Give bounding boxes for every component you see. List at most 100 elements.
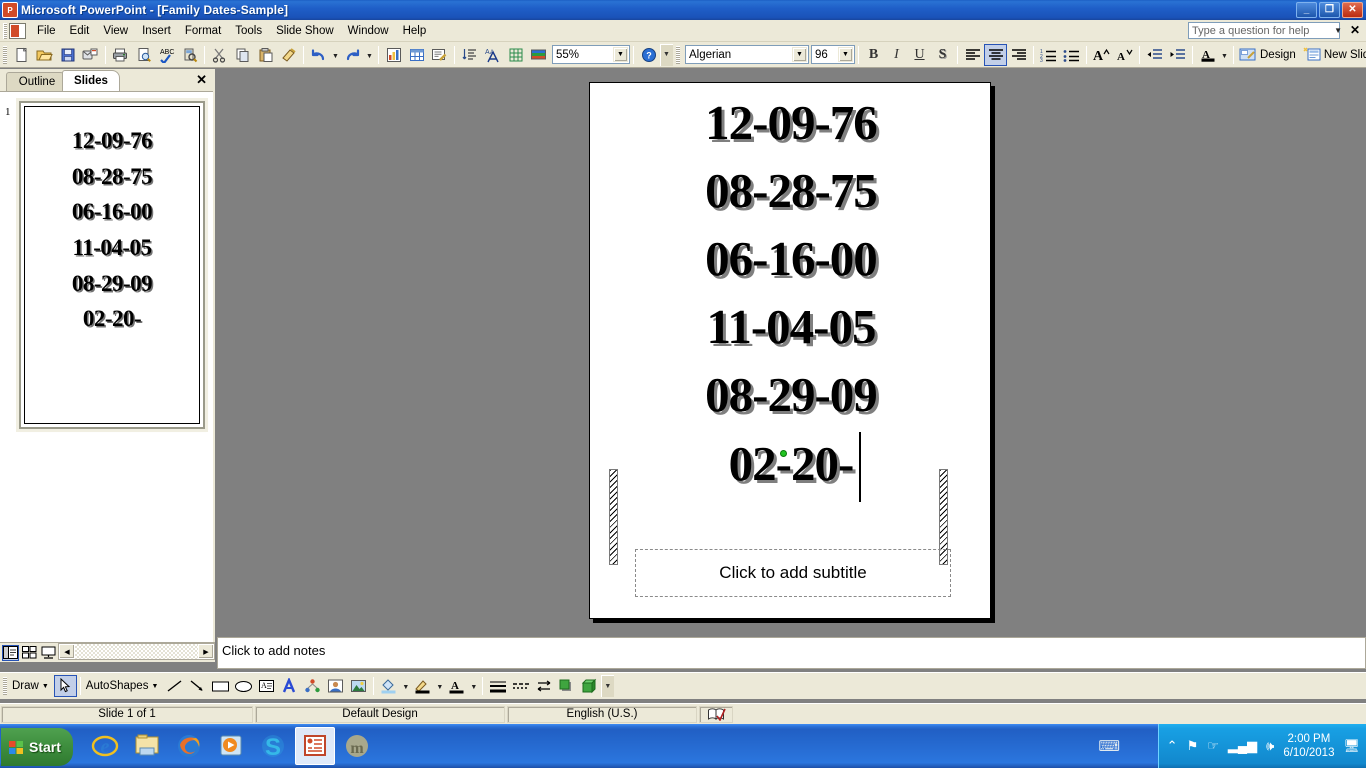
diagram-icon[interactable] [301, 675, 324, 697]
menu-item-insert[interactable]: Insert [135, 22, 178, 40]
skype-icon[interactable]: S [253, 727, 293, 765]
insert-chart-icon[interactable] [382, 44, 405, 66]
slide-sorter-view-button[interactable] [21, 645, 38, 661]
print-icon[interactable] [109, 44, 132, 66]
bullets-icon[interactable] [1060, 44, 1083, 66]
3d-style-icon[interactable] [578, 675, 601, 697]
undo-icon[interactable] [307, 44, 330, 66]
menu-item-view[interactable]: View [96, 22, 135, 40]
decrease-indent-icon[interactable] [1143, 44, 1166, 66]
menu-item-tools[interactable]: Tools [228, 22, 269, 40]
show-grid-icon[interactable] [504, 44, 527, 66]
oval-icon[interactable] [232, 675, 255, 697]
selection-handle-left[interactable] [609, 469, 618, 565]
restore-button[interactable]: ❐ [1319, 2, 1340, 18]
font-color-drawing-icon[interactable]: A [445, 675, 468, 697]
print-preview-icon[interactable] [132, 44, 155, 66]
shadow-style-icon[interactable] [555, 675, 578, 697]
select-objects-icon[interactable] [53, 675, 77, 697]
close-button[interactable]: ✕ [1342, 2, 1363, 18]
text-box-icon[interactable]: A [255, 675, 278, 697]
safely-remove-icon[interactable]: ☞ [1207, 738, 1219, 754]
bold-button[interactable]: B [862, 44, 885, 66]
firefox-icon[interactable] [169, 727, 209, 765]
redo-icon[interactable] [341, 44, 364, 66]
network-icon[interactable]: ▂▄▆ [1228, 738, 1257, 754]
subtitle-placeholder[interactable]: Click to add subtitle [635, 549, 951, 597]
volume-icon[interactable]: 🕪 [1266, 738, 1274, 754]
insert-table-icon[interactable] [405, 44, 428, 66]
autoshapes-dropdown-icon[interactable]: ▼ [151, 683, 158, 690]
menu-item-window[interactable]: Window [341, 22, 396, 40]
dash-style-icon[interactable] [509, 675, 532, 697]
rectangle-icon[interactable] [209, 675, 232, 697]
menu-grip[interactable] [3, 22, 7, 39]
flag-icon[interactable]: ⚑ [1187, 738, 1199, 754]
email-icon[interactable] [79, 44, 102, 66]
increase-indent-icon[interactable] [1166, 44, 1189, 66]
drawing-toolbar-grip[interactable] [3, 677, 7, 695]
underline-button[interactable]: U [908, 44, 931, 66]
menu-item-format[interactable]: Format [178, 22, 228, 40]
text-shadow-button[interactable]: S [931, 44, 954, 66]
fill-color-icon[interactable] [377, 675, 400, 697]
menu-item-help[interactable]: Help [396, 22, 434, 40]
show-desktop-icon[interactable]: 🖥 [1343, 738, 1360, 754]
help-search-input[interactable]: Type a question for help [1188, 22, 1340, 39]
line-color-icon[interactable] [411, 675, 434, 697]
help-dropdown-icon[interactable]: ▼ [1334, 26, 1342, 35]
media-player-icon[interactable] [211, 727, 251, 765]
menu-item-file[interactable]: File [30, 22, 63, 40]
slide-thumbnail-1[interactable]: 12-09-76 08-28-75 06-16-00 11-04-05 08-2… [16, 98, 208, 432]
tab-outline[interactable]: Outline [6, 72, 68, 91]
increase-font-size-icon[interactable]: A [1090, 44, 1113, 66]
slide-workspace[interactable]: 12-09-76 08-28-75 06-16-00 11-04-05 08-2… [217, 69, 1366, 633]
keyboard-icon[interactable]: ⌨ [1098, 737, 1120, 755]
copy-icon[interactable] [231, 44, 254, 66]
help-icon[interactable]: ? [637, 44, 660, 66]
formatting-toolbar-grip[interactable] [676, 45, 680, 64]
standard-toolbar-grip[interactable] [3, 45, 7, 64]
standard-toolbar-overflow-button[interactable]: ▼ [660, 43, 673, 66]
paste-icon[interactable] [254, 44, 277, 66]
font-size-combo[interactable]: 96 ▼ [811, 45, 855, 64]
title-placeholder[interactable]: 12-09-76 08-28-75 06-16-00 11-04-05 08-2… [612, 89, 970, 561]
redo-dropdown-icon[interactable]: ▼ [364, 44, 375, 66]
picture-icon[interactable] [347, 675, 370, 697]
font-size-dropdown-icon[interactable]: ▼ [838, 47, 853, 62]
drawing-toolbar-overflow-button[interactable]: ▼ [601, 675, 615, 697]
draw-dropdown-icon[interactable]: ▼ [42, 683, 49, 690]
slide-show-view-button[interactable] [40, 645, 57, 661]
line-color-dropdown-icon[interactable]: ▼ [434, 675, 445, 697]
fill-color-dropdown-icon[interactable]: ▼ [400, 675, 411, 697]
slide-canvas[interactable]: 12-09-76 08-28-75 06-16-00 11-04-05 08-2… [589, 82, 991, 619]
font-color-drawing-dropdown-icon[interactable]: ▼ [468, 675, 479, 697]
align-left-icon[interactable] [961, 44, 984, 66]
numbering-icon[interactable]: 123 [1037, 44, 1060, 66]
zoom-combo[interactable]: 55% ▼ [552, 45, 630, 64]
arrow-icon[interactable] [186, 675, 209, 697]
font-color-dropdown-icon[interactable]: ▼ [1219, 44, 1230, 66]
font-color-icon[interactable]: A [1196, 44, 1219, 66]
arrow-style-icon[interactable] [532, 675, 555, 697]
clip-art-icon[interactable] [324, 675, 347, 697]
format-painter-icon[interactable] [277, 44, 300, 66]
notes-pane[interactable]: Click to add notes [217, 637, 1366, 669]
close-document-button[interactable]: ✕ [1350, 23, 1360, 37]
spelling-status-icon[interactable] [699, 705, 733, 723]
new-slide-button[interactable]: New Slide [1301, 44, 1366, 66]
menu-item-slide-show[interactable]: Slide Show [269, 22, 341, 40]
color-scheme-icon[interactable] [527, 44, 550, 66]
close-pane-button[interactable]: ✕ [196, 72, 207, 88]
windows-explorer-icon[interactable] [127, 727, 167, 765]
expand-all-icon[interactable]: AA [481, 44, 504, 66]
spelling-icon[interactable]: ABC [155, 44, 178, 66]
tray-clock[interactable]: 2:00 PM 6/10/2013 [1283, 732, 1334, 761]
decrease-font-size-icon[interactable]: A [1113, 44, 1136, 66]
tab-slides[interactable]: Slides [62, 70, 120, 91]
new-icon[interactable] [10, 44, 33, 66]
minimize-button[interactable]: _ [1296, 2, 1317, 18]
autoshapes-menu-button[interactable]: AutoShapes ▼ [84, 675, 164, 697]
rotation-handle[interactable] [780, 450, 787, 457]
align-center-icon[interactable] [984, 43, 1007, 66]
